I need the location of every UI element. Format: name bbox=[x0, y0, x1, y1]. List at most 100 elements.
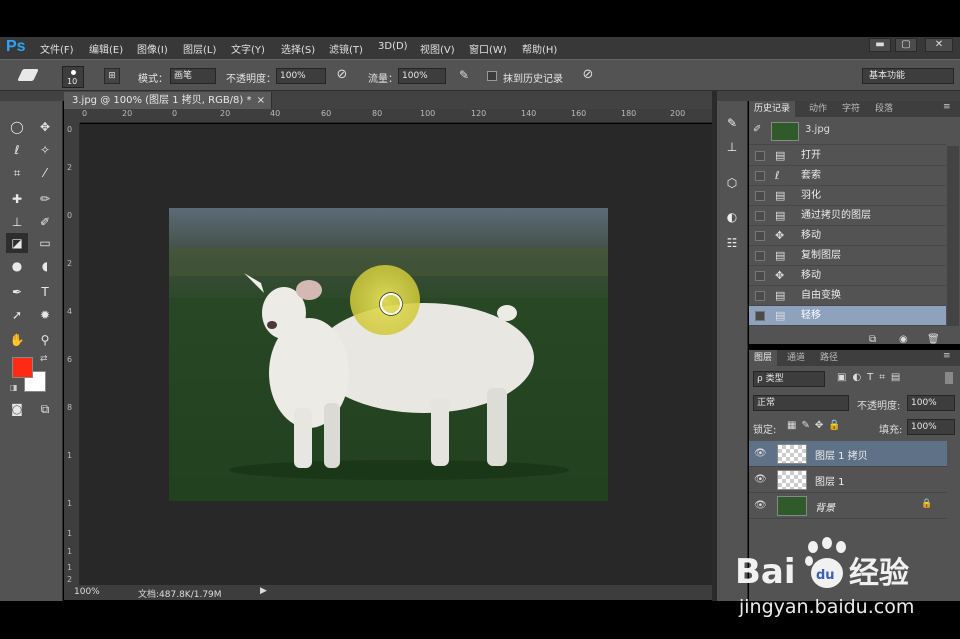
menu-filter[interactable]: 滤镜(T) bbox=[329, 41, 363, 56]
brush-tool-icon[interactable]: ✏ bbox=[34, 189, 56, 209]
history-item[interactable]: ✥ 移动 bbox=[749, 226, 946, 246]
swap-colors-icon[interactable]: ⇄ bbox=[40, 354, 48, 364]
foreground-color-swatch[interactable] bbox=[12, 357, 33, 378]
history-brush-source-icon[interactable]: ✐ bbox=[753, 124, 761, 135]
layer-row[interactable]: 👁 背景 🔒 bbox=[749, 493, 947, 519]
new-snapshot-icon[interactable]: ◉ bbox=[899, 334, 908, 345]
history-item[interactable]: ▤ 通过拷贝的图层 bbox=[749, 206, 946, 226]
visibility-eye-icon[interactable]: 👁 bbox=[754, 474, 767, 485]
visibility-eye-icon[interactable]: 👁 bbox=[754, 448, 767, 459]
layer-name[interactable]: 背景 bbox=[815, 499, 835, 514]
dodge-tool-icon[interactable]: ◖ bbox=[34, 256, 56, 276]
menu-image[interactable]: 图像(I) bbox=[137, 41, 168, 56]
menu-3d[interactable]: 3D(D) bbox=[378, 41, 408, 52]
menu-help[interactable]: 帮助(H) bbox=[522, 41, 557, 56]
erase-history-checkbox[interactable] bbox=[487, 71, 497, 81]
tab-history[interactable]: 历史记录 bbox=[749, 101, 796, 117]
status-menu-icon[interactable]: ▶ bbox=[260, 586, 267, 596]
eyedropper-tool-icon[interactable]: ⁄ bbox=[34, 163, 56, 183]
opacity-input[interactable]: 100% bbox=[276, 68, 326, 84]
new-document-from-state-icon[interactable]: ⧉ bbox=[869, 334, 876, 345]
brush-panel-icon[interactable]: ✎ bbox=[722, 113, 742, 133]
history-item-selected[interactable]: ▤ 轻移 bbox=[749, 306, 946, 326]
hand-tool-icon[interactable]: ✋ bbox=[6, 330, 28, 350]
opacity-pressure-icon[interactable]: ⊘ bbox=[334, 68, 350, 84]
path-selection-tool-icon[interactable]: ➚ bbox=[6, 305, 28, 325]
brush-preset-picker[interactable]: 10 bbox=[62, 66, 84, 88]
clone-stamp-tool-icon[interactable]: ⊥ bbox=[6, 212, 28, 232]
layer-row[interactable]: 👁 图层 1 bbox=[749, 467, 947, 493]
history-item[interactable]: ▤ 自由变换 bbox=[749, 286, 946, 306]
menu-window[interactable]: 窗口(W) bbox=[469, 41, 507, 56]
menu-layer[interactable]: 图层(L) bbox=[183, 41, 216, 56]
menu-select[interactable]: 选择(S) bbox=[281, 41, 315, 56]
delete-state-icon[interactable]: 🗑 bbox=[927, 334, 940, 345]
clone-source-icon[interactable]: ⊥ bbox=[722, 137, 742, 157]
quick-mask-icon[interactable]: ◙ bbox=[6, 399, 28, 419]
filter-toggle[interactable] bbox=[945, 372, 953, 384]
screen-mode-icon[interactable]: ⧉ bbox=[34, 399, 56, 419]
menu-view[interactable]: 视图(V) bbox=[420, 41, 455, 56]
history-item[interactable]: ℓ 套索 bbox=[749, 166, 946, 186]
history-item[interactable]: ▤ 羽化 bbox=[749, 186, 946, 206]
menu-type[interactable]: 文字(Y) bbox=[231, 41, 265, 56]
lock-icons[interactable]: ▦✎✥🔒 bbox=[787, 420, 846, 431]
tab-paragraph[interactable]: 段落 bbox=[870, 101, 898, 117]
layer-row-selected[interactable]: 👁 图层 1 拷贝 bbox=[749, 441, 947, 467]
tab-character[interactable]: 字符 bbox=[837, 101, 865, 117]
history-snapshot[interactable]: ✐ 3.jpg bbox=[749, 117, 946, 145]
horizontal-ruler[interactable]: 0 20 0 20 40 60 80 100 120 140 160 180 2… bbox=[80, 109, 712, 123]
move-tool-icon[interactable]: ✥ bbox=[34, 117, 56, 137]
crop-tool-icon[interactable]: ⌗ bbox=[6, 163, 28, 183]
lasso-tool-icon[interactable]: ℓ bbox=[6, 140, 28, 160]
layer-name[interactable]: 图层 1 拷贝 bbox=[815, 447, 868, 462]
workspace-select[interactable]: 基本功能 bbox=[862, 68, 954, 84]
marquee-tool-icon[interactable]: ◯ bbox=[6, 117, 28, 137]
tab-layers[interactable]: 图层 bbox=[749, 350, 778, 366]
ruler-origin[interactable] bbox=[64, 109, 80, 123]
magic-wand-tool-icon[interactable]: ✧ bbox=[34, 140, 56, 160]
zoom-tool-icon[interactable]: ⚲ bbox=[34, 330, 56, 350]
history-item[interactable]: ▤ 复制图层 bbox=[749, 246, 946, 266]
flow-input[interactable]: 100% bbox=[398, 68, 446, 84]
lamb-photo[interactable] bbox=[169, 208, 608, 501]
layer-filter-icons[interactable]: ▣◐T⌗▤ bbox=[837, 372, 906, 383]
fill-input[interactable]: 100% bbox=[907, 419, 955, 435]
blur-tool-icon[interactable]: ● bbox=[6, 256, 28, 276]
mode-select[interactable]: 画笔 bbox=[170, 68, 216, 84]
blend-mode-select[interactable]: 正常 bbox=[753, 395, 849, 411]
restore-button[interactable]: ▢ bbox=[895, 38, 917, 52]
visibility-eye-icon[interactable]: 👁 bbox=[754, 500, 767, 511]
tab-paths[interactable]: 路径 bbox=[815, 350, 843, 366]
properties-icon[interactable]: ☷ bbox=[722, 233, 742, 253]
menu-file[interactable]: 文件(F) bbox=[40, 41, 74, 56]
3d-panel-icon[interactable]: ⬡ bbox=[722, 173, 742, 193]
healing-brush-tool-icon[interactable]: ✚ bbox=[6, 189, 28, 209]
eraser-tool-preset-icon[interactable] bbox=[17, 69, 39, 81]
adjustments-icon[interactable]: ◐ bbox=[722, 207, 742, 227]
zoom-level[interactable]: 100% bbox=[74, 587, 100, 597]
eraser-tool-icon[interactable]: ◪ bbox=[6, 233, 28, 253]
layer-name[interactable]: 图层 1 bbox=[815, 473, 845, 488]
history-scrollbar[interactable] bbox=[947, 146, 959, 326]
default-colors-icon[interactable]: ◨ bbox=[10, 383, 18, 392]
size-pressure-icon[interactable]: ⊘ bbox=[580, 68, 596, 84]
gradient-tool-icon[interactable]: ▭ bbox=[34, 233, 56, 253]
custom-shape-tool-icon[interactable]: ✹ bbox=[34, 305, 56, 325]
history-item[interactable]: ✥ 移动 bbox=[749, 266, 946, 286]
close-document-icon[interactable]: × bbox=[257, 92, 265, 109]
layer-opacity-input[interactable]: 100% bbox=[907, 395, 955, 411]
tab-actions[interactable]: 动作 bbox=[804, 101, 832, 117]
airbrush-icon[interactable]: ✎ bbox=[456, 68, 472, 84]
panel-menu-icon[interactable]: ≡ bbox=[943, 102, 951, 112]
brush-panel-toggle-icon[interactable]: ⊞ bbox=[104, 68, 120, 84]
tab-channels[interactable]: 通道 bbox=[782, 350, 810, 366]
history-item[interactable]: ▤ 打开 bbox=[749, 146, 946, 166]
minimize-button[interactable]: ▬ bbox=[869, 38, 891, 52]
close-button[interactable]: ✕ bbox=[925, 38, 953, 52]
history-brush-tool-icon[interactable]: ✐ bbox=[34, 212, 56, 232]
layer-filter-select[interactable]: ρ 类型 bbox=[753, 371, 825, 387]
pen-tool-icon[interactable]: ✒ bbox=[6, 282, 28, 302]
vertical-ruler[interactable]: 0 2 0 2 4 6 8 1 1 1 1 1 2 bbox=[64, 123, 80, 585]
document-tab[interactable]: 3.jpg @ 100% (图层 1 拷贝, RGB/8) * × bbox=[64, 92, 272, 109]
